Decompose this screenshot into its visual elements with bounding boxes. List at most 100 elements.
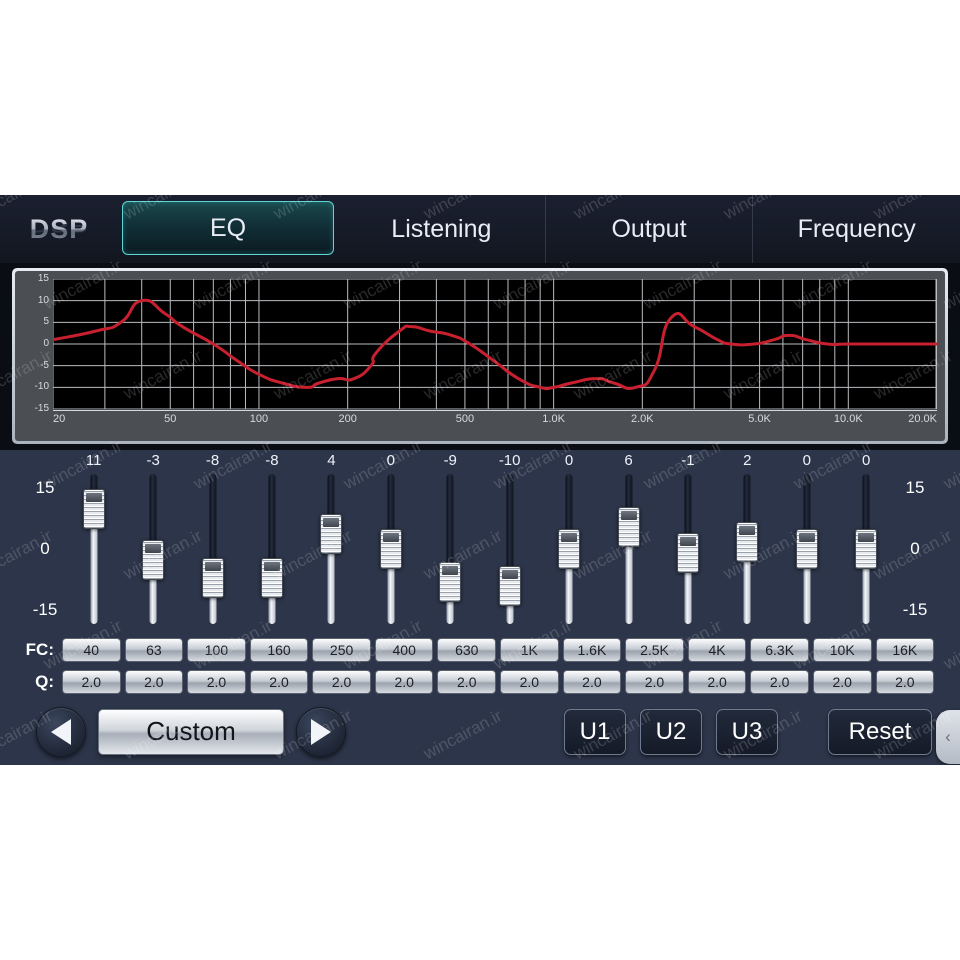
user-preset-u3-button[interactable]: U3	[716, 708, 778, 755]
tab-frequency[interactable]: Frequency	[753, 195, 960, 263]
slider-thumb[interactable]	[142, 540, 165, 580]
fc-cell[interactable]: 100	[187, 638, 246, 662]
q-cell[interactable]: 2.0	[187, 670, 246, 694]
fc-cell[interactable]: 63	[124, 638, 184, 662]
panel-collapse-tab[interactable]: ‹	[936, 710, 960, 764]
dsp-logo: DSP DSP	[0, 195, 118, 263]
fc-cell[interactable]: 400	[374, 638, 434, 662]
slider-thumb[interactable]	[558, 529, 581, 569]
eq-slider-160[interactable]	[242, 474, 301, 624]
slider-thumb[interactable]	[676, 532, 699, 573]
tab-output-label: Output	[611, 214, 687, 243]
q-cell[interactable]: 2.0	[62, 670, 121, 694]
eq-slider-10k[interactable]	[777, 474, 836, 624]
preset-next-button[interactable]	[296, 706, 346, 757]
user-preset-u1-button[interactable]: U1	[564, 708, 626, 755]
slider-thumb[interactable]	[498, 565, 521, 606]
slider-track-lower	[684, 566, 692, 624]
graph-inner: 15 10 5 0 -5 -10 -15 20 50 100 200 500 1.0K 2.0K 5.0K…	[15, 271, 945, 441]
tab-frequency-label: Frequency	[797, 214, 916, 243]
q-cell[interactable]: 2.0	[625, 670, 684, 694]
q-cell[interactable]: 2.0	[437, 670, 497, 694]
q-cell[interactable]: 2.0	[875, 670, 935, 694]
user-preset-buttons: U1 U2 U3 Reset	[564, 708, 960, 755]
fc-cell[interactable]: 160	[249, 638, 309, 662]
tab-eq[interactable]: EQ	[122, 201, 334, 255]
q-cell[interactable]: 2.0	[374, 670, 434, 694]
fc-cell[interactable]: 2.5K	[625, 638, 684, 662]
eq-slider-16k[interactable]	[836, 474, 895, 624]
scale-right-top: 15	[905, 478, 925, 497]
eq-slider-6.3k[interactable]	[718, 474, 777, 624]
fc-cell[interactable]: 16K	[875, 638, 935, 662]
chevron-left-icon: ‹	[945, 727, 951, 746]
fc-row-label: FC:	[25, 640, 54, 659]
eq-slider-100[interactable]	[183, 474, 242, 624]
q-cell[interactable]: 2.0	[249, 670, 309, 694]
fc-cell[interactable]: 250	[312, 638, 371, 662]
slider-track-lower	[743, 555, 751, 624]
q-cell[interactable]: 2.0	[124, 670, 184, 694]
q-cell[interactable]: 2.0	[500, 670, 559, 694]
tab-listening[interactable]: Listening	[338, 195, 546, 263]
preset-name-button[interactable]: Custom	[98, 708, 284, 755]
scale-left-bottom: -15	[32, 600, 58, 619]
slider-thumb[interactable]	[320, 514, 343, 555]
q-cells: 2.0 2.0 2.0 2.0 2.0 2.0 2.0 2.0 2.0 2.0 2.0 2.0 2.0 2…	[62, 670, 960, 694]
slider-value: 4	[327, 452, 336, 469]
slider-track-upper	[803, 474, 811, 535]
eq-slider-1k[interactable]	[480, 474, 539, 624]
eq-slider-250[interactable]	[302, 474, 361, 624]
slider-thumb[interactable]	[82, 488, 105, 529]
slider-value: 0	[802, 452, 811, 469]
eq-slider-40[interactable]	[64, 474, 123, 624]
q-cell[interactable]: 2.0	[750, 670, 809, 694]
fc-cell[interactable]: 630	[437, 638, 497, 662]
fc-cell[interactable]: 4K	[687, 638, 747, 662]
slider-thumb[interactable]	[439, 562, 462, 602]
x-axis-tick-label: 1.0K	[542, 413, 565, 425]
slider-track-area	[64, 474, 896, 624]
x-axis-line	[53, 410, 937, 411]
x-axis-tick-label: 200	[338, 413, 357, 425]
fc-cell[interactable]: 1.6K	[562, 638, 622, 662]
slider-thumb[interactable]	[617, 507, 640, 547]
user-preset-u2-button[interactable]: U2	[640, 708, 702, 755]
q-cell[interactable]: 2.0	[812, 670, 872, 694]
fc-cell[interactable]: 1K	[500, 638, 559, 662]
eq-slider-4k[interactable]	[658, 474, 717, 624]
eq-controls-body: 11 -3 -8 -8 4 0 -9 -10 0 6 -1 2 0 0 15 0 -15 15 0 -15…	[0, 450, 960, 765]
slider-thumb[interactable]	[855, 529, 878, 569]
slider-track-lower	[625, 541, 632, 624]
fc-cell[interactable]: 40	[62, 638, 121, 662]
eq-slider-63[interactable]	[123, 474, 182, 624]
eq-slider-1.6k[interactable]	[539, 474, 598, 624]
slider-track-lower	[387, 563, 395, 624]
q-cell[interactable]: 2.0	[312, 670, 371, 694]
slider-thumb[interactable]	[260, 558, 283, 599]
slider-value-row: 11 -3 -8 -8 4 0 -9 -10 0 6 -1 2 0 0	[64, 452, 896, 472]
y-axis-tick-label: -10	[34, 381, 49, 393]
q-cell[interactable]: 2.0	[687, 670, 747, 694]
scale-left-mid: 0	[40, 539, 50, 558]
slider-thumb[interactable]	[736, 521, 759, 562]
fc-cell[interactable]: 6.3K	[750, 638, 809, 662]
eq-slider-630[interactable]	[421, 474, 480, 624]
slider-value: 0	[862, 452, 871, 469]
u2-label: U2	[655, 717, 687, 745]
reset-button[interactable]: Reset	[828, 708, 932, 755]
preset-prev-button[interactable]	[36, 706, 86, 757]
tab-output[interactable]: Output	[546, 195, 754, 263]
slider-value: -10	[498, 452, 521, 469]
slider-thumb[interactable]	[201, 558, 224, 599]
q-cell[interactable]: 2.0	[562, 670, 622, 694]
eq-slider-400[interactable]	[361, 474, 420, 624]
fc-cell[interactable]: 10K	[812, 638, 872, 662]
slider-thumb[interactable]	[379, 529, 402, 569]
slider-thumb[interactable]	[795, 529, 818, 569]
scale-right-bottom: -15	[902, 600, 928, 619]
q-row-label: Q:	[35, 672, 54, 691]
eq-response-graph[interactable]: 15 10 5 0 -5 -10 -15 20 50 100 200 500 1.0K 2.0K 5.0K…	[12, 268, 948, 444]
x-axis-tick-label: 20.0K	[908, 413, 937, 425]
eq-slider-2.5k[interactable]	[599, 474, 658, 624]
